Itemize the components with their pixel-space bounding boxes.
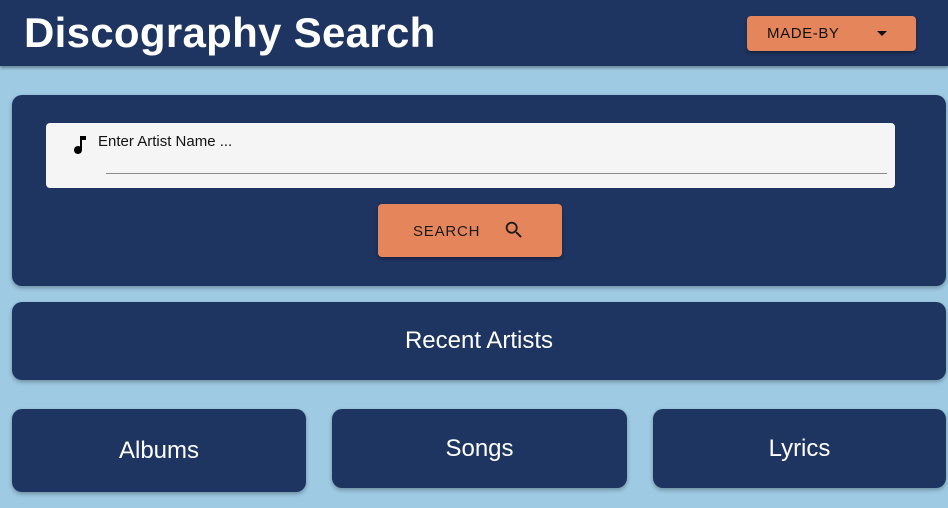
albums-panel[interactable]: Albums [12, 409, 306, 492]
app-title: Discography Search [24, 9, 436, 56]
search-card: SEARCH [12, 95, 946, 286]
recent-artists-label: Recent Artists [404, 327, 554, 354]
lyrics-panel[interactable]: Lyrics [653, 409, 946, 488]
made-by-label: MADE-BY [767, 25, 840, 42]
caret-down-icon [877, 31, 887, 36]
recent-artists-panel[interactable]: Recent Artists [12, 302, 946, 380]
songs-panel[interactable]: Songs [332, 409, 627, 488]
artist-search-field[interactable] [46, 123, 895, 188]
made-by-dropdown-button[interactable]: MADE-BY [747, 16, 916, 51]
input-underline [106, 173, 887, 174]
search-button-label: SEARCH [413, 223, 481, 240]
artist-name-input[interactable] [98, 131, 878, 151]
lyrics-label: Lyrics [768, 434, 831, 462]
search-button[interactable]: SEARCH [378, 204, 562, 257]
music-note-icon [74, 136, 86, 154]
search-icon [505, 221, 522, 238]
app-header: Discography Search MADE-BY [0, 0, 948, 66]
songs-label: Songs [445, 434, 514, 462]
albums-label: Albums [118, 436, 200, 464]
